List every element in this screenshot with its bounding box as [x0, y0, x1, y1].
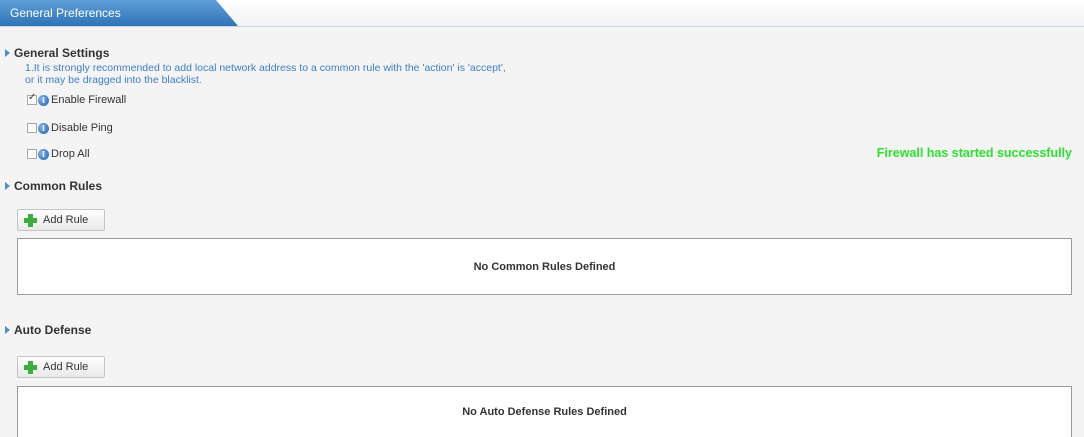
- common-rules-add-rule-button[interactable]: Add Rule: [17, 209, 105, 231]
- auto-defense-panel: No Auto Defense Rules Defined: [17, 386, 1072, 437]
- option-disable-ping: i Disable Ping: [27, 121, 113, 135]
- main-content: General Settings 1.It is strongly recomm…: [0, 27, 1084, 437]
- disable-ping-checkbox[interactable]: [27, 123, 37, 133]
- plus-icon: [24, 213, 37, 227]
- common-rules-panel: No Common Rules Defined: [17, 238, 1072, 295]
- general-settings-note-line2: or it may be dragged into the blacklist.: [25, 74, 202, 86]
- common-rules-empty-text: No Common Rules Defined: [473, 260, 616, 273]
- firewall-status-text: Firewall has started successfully: [876, 146, 1072, 160]
- info-icon[interactable]: i: [38, 94, 49, 106]
- plus-icon: [24, 360, 37, 374]
- add-rule-label: Add Rule: [43, 361, 89, 373]
- enable-firewall-label: Enable Firewall: [51, 94, 127, 106]
- section-arrow-icon: [5, 326, 10, 334]
- auto-defense-add-rule-button[interactable]: Add Rule: [17, 356, 105, 378]
- option-enable-firewall: i Enable Firewall: [27, 92, 127, 107]
- option-drop-all: i Drop All: [27, 147, 90, 161]
- tab-general-preferences[interactable]: General Preferences: [0, 0, 238, 26]
- enable-firewall-checkbox[interactable]: [27, 92, 37, 105]
- disable-ping-label: Disable Ping: [51, 122, 113, 134]
- auto-defense-title: Auto Defense: [14, 323, 92, 337]
- info-icon[interactable]: i: [38, 148, 49, 160]
- section-arrow-icon: [5, 49, 10, 57]
- info-icon[interactable]: i: [38, 122, 49, 134]
- general-settings-title: General Settings: [14, 46, 110, 60]
- drop-all-checkbox[interactable]: [27, 149, 37, 159]
- common-rules-title: Common Rules: [14, 179, 103, 193]
- drop-all-label: Drop All: [51, 148, 90, 160]
- general-settings-note-line1: 1.It is strongly recommended to add loca…: [25, 62, 506, 74]
- tab-bar: General Preferences: [0, 0, 1084, 27]
- auto-defense-empty-text: No Auto Defense Rules Defined: [462, 406, 627, 418]
- add-rule-label: Add Rule: [43, 214, 89, 226]
- section-arrow-icon: [5, 182, 10, 190]
